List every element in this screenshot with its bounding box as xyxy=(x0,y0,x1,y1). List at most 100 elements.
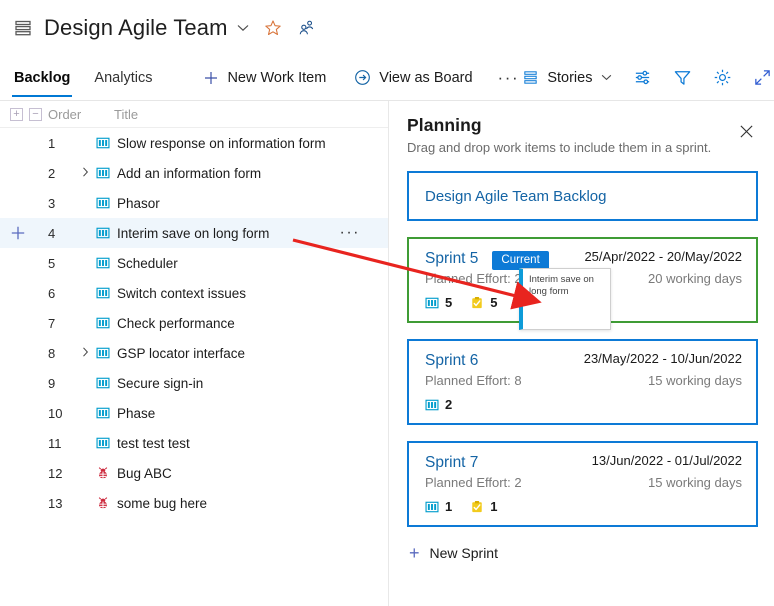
table-row[interactable]: 4Interim save on long form··· xyxy=(0,218,388,248)
chevron-down-icon[interactable] xyxy=(237,20,249,35)
task-icon xyxy=(470,500,484,514)
backlog-drop-target[interactable]: Design Agile Team Backlog xyxy=(407,171,758,221)
view-as-board-label: View as Board xyxy=(379,70,472,86)
work-item-title: Secure sign-in xyxy=(117,376,203,391)
view-as-board-button[interactable]: View as Board xyxy=(351,55,475,101)
sprint-name[interactable]: Sprint 6 xyxy=(425,351,478,371)
plus-icon: + xyxy=(409,546,420,560)
backlog-list-icon xyxy=(12,17,34,39)
cell-title[interactable]: Slow response on information form xyxy=(96,136,388,151)
filter-funnel-icon[interactable] xyxy=(665,61,699,95)
tab-backlog[interactable]: Backlog xyxy=(12,55,72,101)
table-row[interactable]: 1 Slow response on information form xyxy=(0,128,388,158)
table-row[interactable]: 10 Phase xyxy=(0,398,388,428)
sprint-card-counts: 2 xyxy=(425,397,742,412)
cell-order: 7 xyxy=(48,316,74,331)
column-header-order[interactable]: Order xyxy=(48,107,114,122)
table-row[interactable]: 11 test test test xyxy=(0,428,388,458)
cell-order: 8 xyxy=(48,346,74,361)
story-icon xyxy=(425,398,439,412)
star-outline-icon[interactable] xyxy=(263,18,283,38)
new-sprint-button[interactable]: + New Sprint xyxy=(409,545,758,561)
column-options-icon[interactable] xyxy=(625,61,659,95)
cell-title[interactable]: Scheduler xyxy=(96,256,388,271)
row-expand-chevron-icon[interactable] xyxy=(74,167,96,180)
new-work-item-button[interactable]: New Work Item xyxy=(200,55,329,101)
fullscreen-icon[interactable] xyxy=(745,61,774,95)
story-icon xyxy=(96,166,110,180)
column-header-title[interactable]: Title xyxy=(114,107,388,122)
work-item-title: Bug ABC xyxy=(117,466,172,481)
toolbar-more-button[interactable]: ··· xyxy=(498,55,520,101)
planned-effort: Planned Effort: 2 xyxy=(425,475,522,490)
planned-effort: Planned Effort: 8 xyxy=(425,373,522,388)
cell-title[interactable]: test test test xyxy=(96,436,388,451)
table-row[interactable]: 8 GSP locator interface xyxy=(0,338,388,368)
sprint-card-counts: 11 xyxy=(425,499,742,514)
cell-title[interactable]: Add an information form xyxy=(96,166,388,181)
collapse-all-icon[interactable]: − xyxy=(29,108,42,121)
count-value: 5 xyxy=(490,295,497,310)
gear-icon[interactable] xyxy=(705,61,739,95)
toolbar-right-group: Stories xyxy=(519,55,774,101)
table-row[interactable]: 2 Add an information form xyxy=(0,158,388,188)
row-add-handle[interactable] xyxy=(0,225,48,241)
table-row[interactable]: 6 Switch context issues xyxy=(0,278,388,308)
sprint-name[interactable]: Sprint 7 xyxy=(425,453,478,473)
cell-order: 10 xyxy=(48,406,74,421)
work-item-title: test test test xyxy=(117,436,190,451)
story-icon xyxy=(96,196,110,210)
cell-title[interactable]: Phasor xyxy=(96,196,388,211)
work-item-count: 5 xyxy=(425,295,452,310)
work-item-title: some bug here xyxy=(117,496,207,511)
cell-title[interactable]: Check performance xyxy=(96,316,388,331)
hub-header: Design Agile Team xyxy=(0,0,774,55)
page-title: Design Agile Team xyxy=(44,15,228,41)
expand-all-icon[interactable]: + xyxy=(10,108,23,121)
table-row[interactable]: 9 Secure sign-in xyxy=(0,368,388,398)
planning-subtitle: Drag and drop work items to include them… xyxy=(407,140,758,155)
working-days: 20 working days xyxy=(648,271,742,286)
backlog-level-label: Stories xyxy=(547,70,592,86)
table-row[interactable]: 7 Check performance xyxy=(0,308,388,338)
cell-title[interactable]: Secure sign-in xyxy=(96,376,388,391)
cell-order: 6 xyxy=(48,286,74,301)
work-item-title: Scheduler xyxy=(117,256,178,271)
work-item-title: Phase xyxy=(117,406,155,421)
table-row[interactable]: 13some bug here xyxy=(0,488,388,518)
tab-backlog-label: Backlog xyxy=(14,70,70,86)
row-context-menu-button[interactable]: ··· xyxy=(340,224,360,242)
cell-title[interactable]: some bug here xyxy=(96,496,388,511)
tab-analytics[interactable]: Analytics xyxy=(92,55,154,101)
sprint-card[interactable]: Sprint 713/Jun/2022 - 01/Jul/2022Planned… xyxy=(407,441,758,527)
story-icon xyxy=(425,296,439,310)
expand-collapse-controls: + − xyxy=(0,108,48,121)
table-row[interactable]: 12Bug ABC xyxy=(0,458,388,488)
sprint-card-top: Sprint 623/May/2022 - 10/Jun/2022 xyxy=(425,351,742,371)
cell-order: 1 xyxy=(48,136,74,151)
bug-icon xyxy=(96,496,110,510)
sprint-card-top: Sprint 5Current25/Apr/2022 - 20/May/2022 xyxy=(425,249,742,269)
close-icon[interactable] xyxy=(736,121,756,141)
count-value: 5 xyxy=(445,295,452,310)
table-row[interactable]: 5Scheduler xyxy=(0,248,388,278)
cell-title[interactable]: Bug ABC xyxy=(96,466,388,481)
team-members-icon[interactable] xyxy=(296,18,316,38)
count-value: 1 xyxy=(445,499,452,514)
cell-title[interactable]: GSP locator interface xyxy=(96,346,388,361)
story-icon xyxy=(425,500,439,514)
cell-order: 11 xyxy=(48,436,74,451)
work-item-title: Phasor xyxy=(117,196,160,211)
backlog-level-selector[interactable]: Stories xyxy=(519,55,615,101)
story-icon xyxy=(96,286,110,300)
table-row[interactable]: 3Phasor xyxy=(0,188,388,218)
row-expand-chevron-icon[interactable] xyxy=(74,347,96,360)
arrow-circle-right-icon xyxy=(354,69,371,86)
cell-title[interactable]: Phase xyxy=(96,406,388,421)
sprint-name[interactable]: Sprint 5 xyxy=(425,249,478,269)
cell-order: 9 xyxy=(48,376,74,391)
cell-title[interactable]: Switch context issues xyxy=(96,286,388,301)
sprint-card[interactable]: Sprint 623/May/2022 - 10/Jun/2022 Planned… xyxy=(407,339,758,425)
new-work-item-label: New Work Item xyxy=(227,70,326,86)
cell-order: 2 xyxy=(48,166,74,181)
